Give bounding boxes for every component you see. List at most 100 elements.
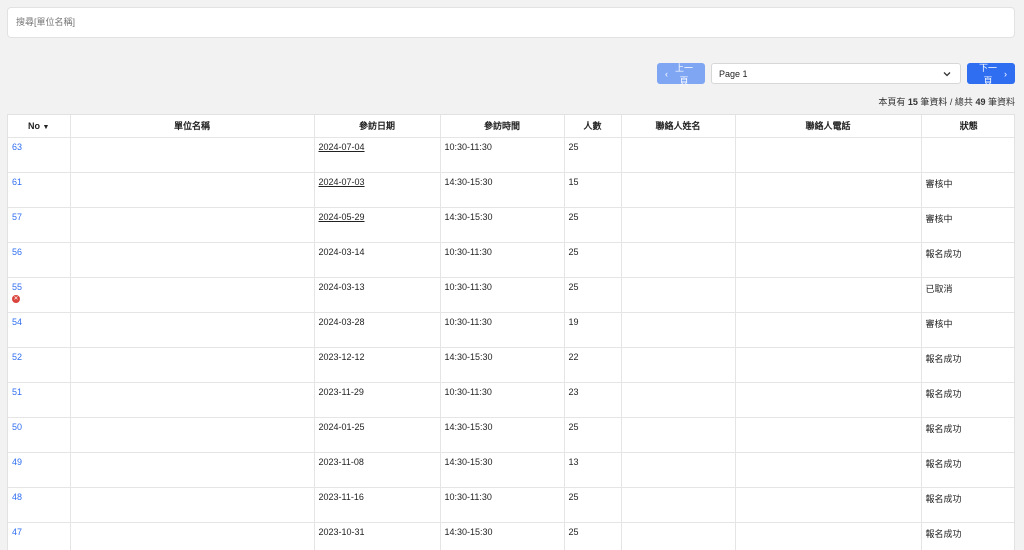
row-phone-cell bbox=[735, 207, 922, 243]
redacted-block bbox=[625, 211, 731, 240]
row-time-cell: 14:30-15:30 bbox=[440, 522, 565, 550]
row-no-cell[interactable]: 55 ✕ bbox=[8, 277, 71, 313]
row-contact-cell bbox=[621, 277, 736, 313]
row-no-link[interactable]: 49 bbox=[12, 457, 22, 467]
sort-down-icon: ▼ bbox=[42, 123, 50, 131]
chevron-right-icon: › bbox=[1004, 68, 1007, 79]
table-row: 47 2023-10-31 14:30-15:30 25 報名成功 bbox=[8, 522, 1014, 550]
row-people-cell: 15 bbox=[564, 172, 622, 208]
redacted-block bbox=[739, 141, 917, 170]
row-date: 2024-01-25 bbox=[318, 421, 365, 432]
table-header-row: No ▼ 單位名稱 參訪日期 參訪時間 人數 聯絡人姓名 聯絡人電話 狀態 bbox=[8, 115, 1014, 138]
row-people-cell: 25 bbox=[564, 242, 622, 278]
header-no[interactable]: No ▼ bbox=[8, 115, 71, 138]
row-no-cell[interactable]: 51 bbox=[8, 382, 71, 418]
row-phone-cell bbox=[735, 487, 922, 523]
row-no-cell[interactable]: 54 bbox=[8, 312, 71, 348]
prev-page-button[interactable]: ‹ 上一頁 bbox=[657, 63, 705, 86]
row-date-cell[interactable]: 2024-07-04 bbox=[314, 137, 441, 173]
row-phone-cell bbox=[735, 347, 922, 383]
row-status: 報名成功 bbox=[925, 528, 962, 539]
row-date-cell: 2023-11-29 bbox=[314, 382, 441, 418]
redacted-block bbox=[74, 351, 310, 380]
redacted-block bbox=[739, 281, 917, 310]
row-no-link[interactable]: 48 bbox=[12, 492, 22, 502]
row-no-cell[interactable]: 57 bbox=[8, 207, 71, 243]
row-status: 審核中 bbox=[925, 213, 953, 224]
row-time-cell: 10:30-11:30 bbox=[440, 137, 565, 173]
row-date: 2023-11-08 bbox=[318, 456, 364, 467]
row-no-cell[interactable]: 50 bbox=[8, 417, 71, 453]
row-no-cell[interactable]: 47 bbox=[8, 522, 71, 550]
row-no-link[interactable]: 57 bbox=[12, 212, 22, 222]
row-people: 25 bbox=[568, 246, 579, 257]
row-phone-cell bbox=[735, 277, 922, 313]
row-no-link[interactable]: 55 bbox=[12, 282, 22, 292]
row-date: 2023-11-29 bbox=[318, 386, 364, 397]
redacted-block bbox=[739, 211, 917, 240]
table-row: 55 ✕ 2024-03-13 10:30-11:30 25 已取消 bbox=[8, 277, 1014, 313]
row-contact-cell bbox=[621, 487, 736, 523]
row-no-cell[interactable]: 48 bbox=[8, 487, 71, 523]
row-time-cell: 14:30-15:30 bbox=[440, 417, 565, 453]
row-no-link[interactable]: 51 bbox=[12, 387, 22, 397]
row-date-cell[interactable]: 2024-07-03 bbox=[314, 172, 441, 208]
table-row: 61 2024-07-03 14:30-15:30 15 審核中 bbox=[8, 172, 1014, 208]
search-input[interactable] bbox=[16, 17, 1006, 27]
row-no-cell[interactable]: 63 bbox=[8, 137, 71, 173]
row-date-cell: 2024-03-13 bbox=[314, 277, 441, 313]
row-unit-cell bbox=[70, 137, 315, 173]
row-date: 2023-12-12 bbox=[318, 351, 365, 362]
header-no-label: No bbox=[28, 120, 41, 131]
search-box[interactable] bbox=[7, 7, 1015, 38]
row-people-cell: 25 bbox=[564, 137, 622, 173]
row-time-cell: 14:30-15:30 bbox=[440, 207, 565, 243]
row-no-cell[interactable]: 61 bbox=[8, 172, 71, 208]
row-status-cell: 審核中 bbox=[921, 207, 1014, 243]
redacted-block bbox=[74, 141, 310, 170]
row-date-cell: 2023-11-16 bbox=[314, 487, 441, 523]
row-contact-cell bbox=[621, 522, 736, 550]
row-date: 2024-03-13 bbox=[318, 281, 365, 292]
summary-prefix: 本頁有 bbox=[878, 97, 906, 107]
row-time-cell: 10:30-11:30 bbox=[440, 312, 565, 348]
next-page-button[interactable]: 下一頁 › bbox=[967, 62, 1015, 86]
row-status: 審核中 bbox=[925, 318, 953, 329]
redacted-block bbox=[625, 176, 731, 205]
next-page-label: 下一頁 bbox=[978, 62, 997, 86]
row-status: 報名成功 bbox=[925, 248, 962, 259]
row-no-cell[interactable]: 56 bbox=[8, 242, 71, 278]
row-no-cell[interactable]: 49 bbox=[8, 452, 71, 488]
row-status-cell: 報名成功 bbox=[921, 382, 1014, 418]
row-time: 10:30-11:30 bbox=[444, 316, 492, 327]
redacted-block bbox=[74, 386, 310, 415]
row-status-cell: 報名成功 bbox=[921, 522, 1014, 550]
row-time-cell: 10:30-11:30 bbox=[440, 277, 565, 313]
chevron-left-icon: ‹ bbox=[665, 68, 668, 79]
row-no-link[interactable]: 52 bbox=[12, 352, 22, 362]
row-no-link[interactable]: 47 bbox=[12, 527, 22, 537]
row-date: 2024-05-29 bbox=[318, 211, 365, 222]
row-date-cell: 2023-10-31 bbox=[314, 522, 441, 550]
row-no-cell[interactable]: 52 bbox=[8, 347, 71, 383]
redacted-block bbox=[625, 386, 731, 415]
row-status: 報名成功 bbox=[925, 493, 962, 504]
row-no-link[interactable]: 56 bbox=[12, 247, 22, 257]
row-people-cell: 23 bbox=[564, 382, 622, 418]
row-no-link[interactable]: 54 bbox=[12, 317, 22, 327]
row-no-link[interactable]: 50 bbox=[12, 422, 22, 432]
row-phone-cell bbox=[735, 382, 922, 418]
redacted-block bbox=[625, 526, 731, 550]
redacted-block bbox=[74, 421, 310, 450]
redacted-block bbox=[74, 246, 310, 275]
header-status: 狀態 bbox=[921, 115, 1014, 138]
table-row: 49 2023-11-08 14:30-15:30 13 報名成功 bbox=[8, 452, 1014, 488]
row-status: 報名成功 bbox=[925, 388, 962, 399]
row-no-link[interactable]: 61 bbox=[12, 177, 22, 187]
page-select[interactable]: Page 1 bbox=[711, 63, 961, 84]
redacted-block bbox=[74, 456, 310, 485]
row-time-cell: 10:30-11:30 bbox=[440, 382, 565, 418]
row-date-cell[interactable]: 2024-05-29 bbox=[314, 207, 441, 243]
row-time-cell: 10:30-11:30 bbox=[440, 242, 565, 278]
row-no-link[interactable]: 63 bbox=[12, 142, 22, 152]
